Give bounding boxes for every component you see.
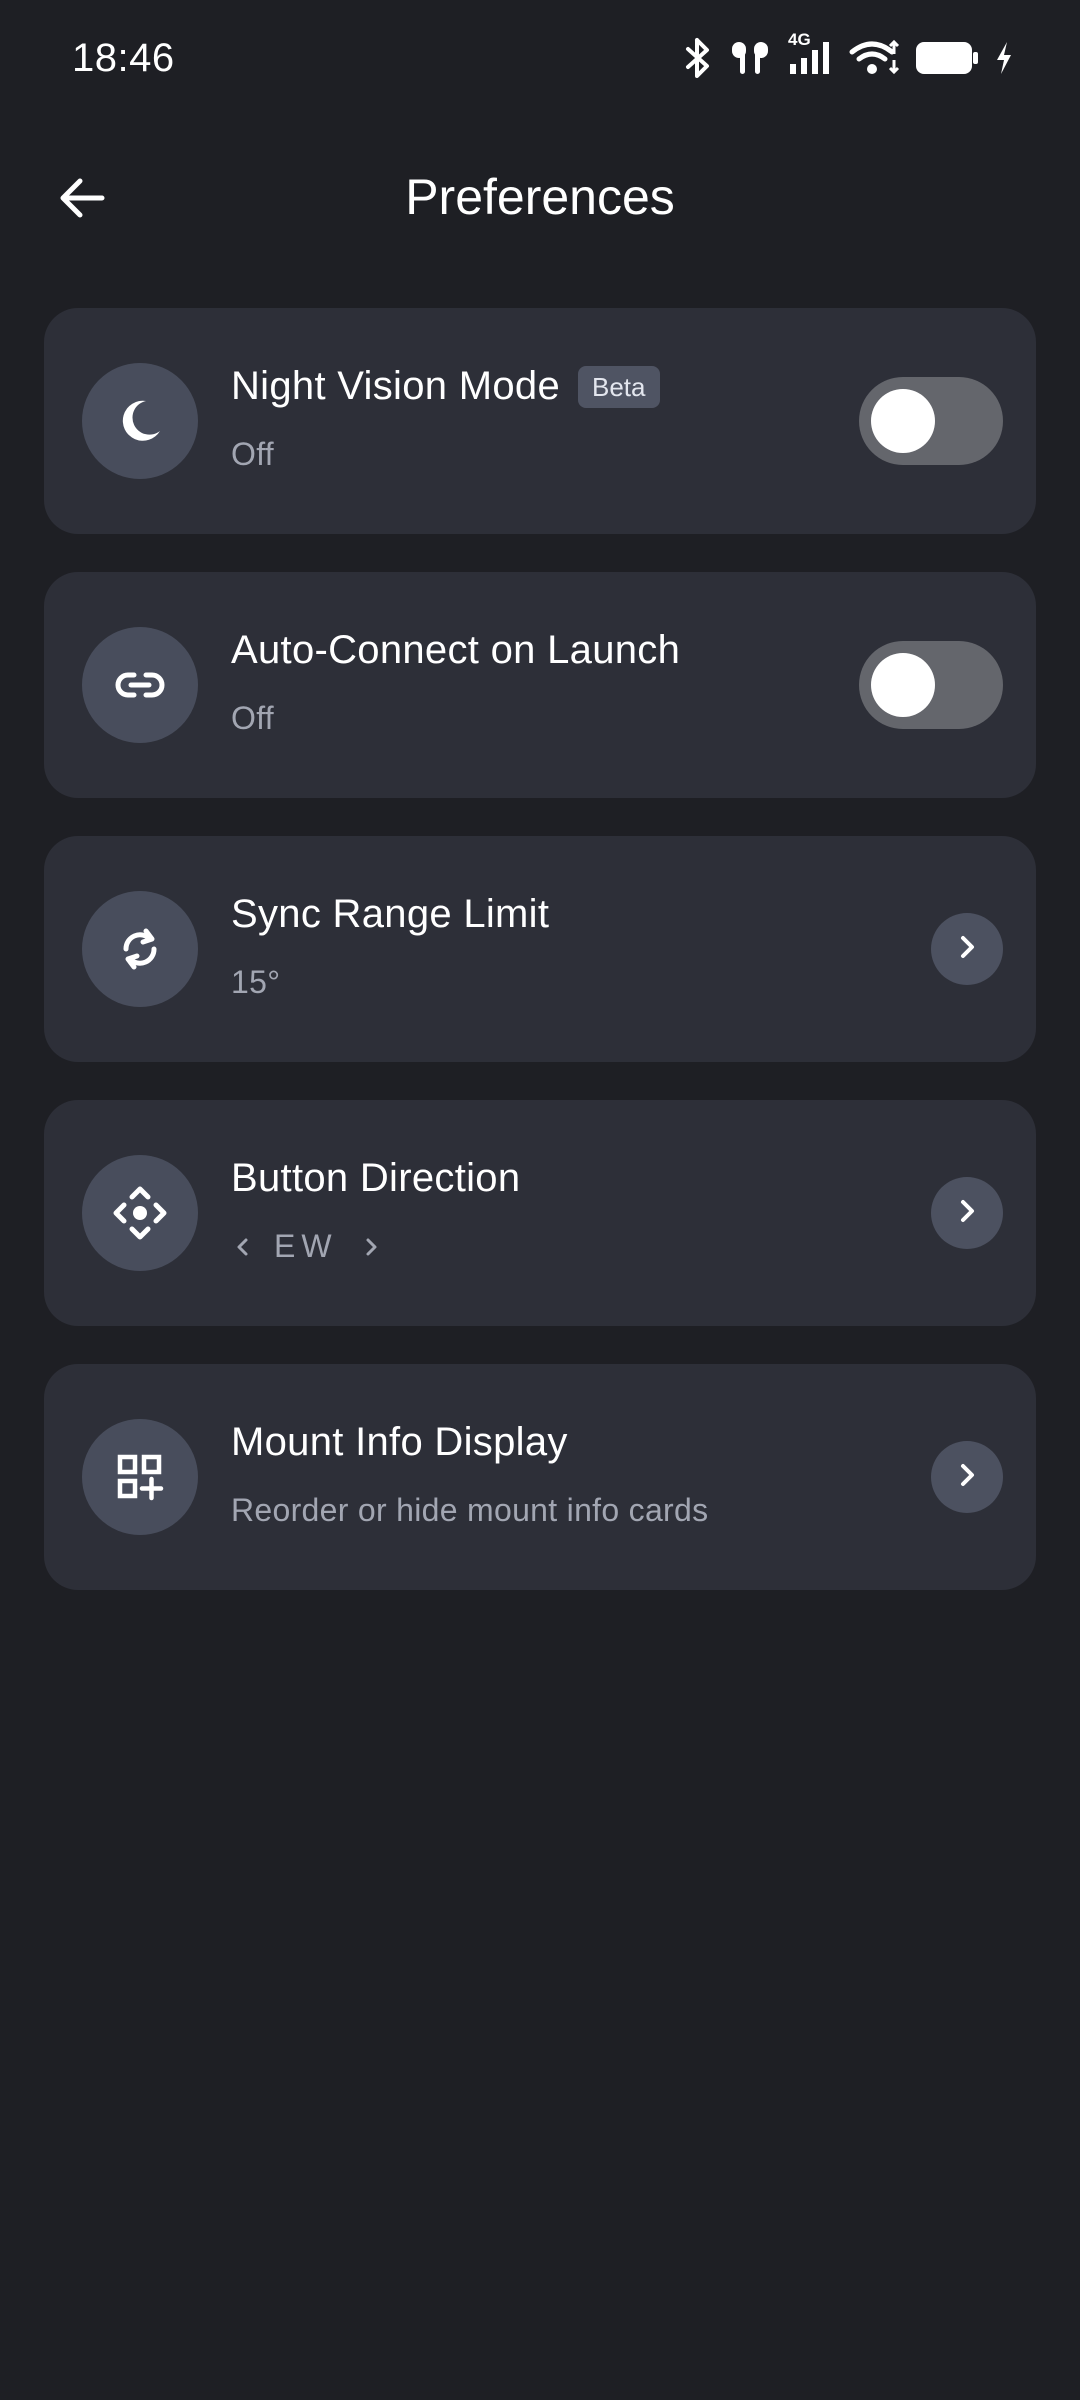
status-time: 18:46 [72, 36, 175, 80]
charging-icon [994, 38, 1014, 78]
preferences-screen: 18:46 4G Preferences Night Vision Mode B… [0, 0, 1080, 2400]
chevron-right-icon [952, 1460, 982, 1495]
battery-icon [914, 38, 980, 78]
sync-range-open-button[interactable] [931, 913, 1003, 985]
status-icons: 4G [680, 30, 1014, 82]
page-title: Preferences [405, 169, 675, 225]
setting-title: Button Direction [231, 1156, 521, 1200]
toggle-knob [871, 653, 935, 717]
setting-title-row: Night Vision Mode Beta [231, 364, 660, 409]
link-icon [82, 627, 198, 743]
direction-next-button[interactable] [354, 1230, 388, 1264]
setting-mount-info[interactable]: Mount Info Display Reorder or hide mount… [44, 1364, 1036, 1590]
direction-value: EW [274, 1228, 338, 1264]
status-bar: 18:46 4G [0, 0, 1080, 120]
setting-subtitle: Off [231, 700, 274, 736]
setting-night-vision[interactable]: Night Vision Mode Beta Off [44, 308, 1036, 534]
wifi-icon [848, 38, 900, 78]
setting-subtitle: Reorder or hide mount info cards [231, 1492, 709, 1528]
toggle-knob [871, 389, 935, 453]
setting-subtitle: Off [231, 436, 274, 472]
mount-info-open-button[interactable] [931, 1441, 1003, 1513]
header: Preferences [0, 150, 1080, 250]
setting-title: Mount Info Display [231, 1420, 568, 1464]
auto-connect-toggle[interactable] [859, 641, 1003, 729]
setting-subtitle: 15° [231, 964, 281, 1000]
chevron-right-icon [952, 932, 982, 967]
moon-icon [82, 363, 198, 479]
direction-prev-button[interactable] [226, 1230, 260, 1264]
chevron-right-icon [952, 1196, 982, 1231]
setting-title-row: Mount Info Display [231, 1420, 568, 1465]
setting-title-row: Sync Range Limit [231, 892, 549, 937]
button-direction-open-button[interactable] [931, 1177, 1003, 1249]
direction-pad-icon [82, 1155, 198, 1271]
setting-title: Night Vision Mode [231, 364, 560, 408]
setting-title-row: Auto-Connect on Launch [231, 628, 680, 673]
widgets-add-icon [82, 1419, 198, 1535]
earbuds-icon [728, 38, 774, 78]
night-vision-toggle[interactable] [859, 377, 1003, 465]
setting-sync-range[interactable]: Sync Range Limit 15° [44, 836, 1036, 1062]
direction-selector: EW [237, 1228, 388, 1265]
setting-title: Sync Range Limit [231, 892, 550, 936]
setting-title: Auto-Connect on Launch [231, 628, 681, 672]
cellular-signal-icon: 4G [788, 30, 834, 78]
beta-badge: Beta [578, 365, 660, 408]
network-type-label: 4G [788, 30, 811, 49]
bluetooth-icon [680, 37, 714, 79]
sync-icon [82, 891, 198, 1007]
setting-title-row: Button Direction [231, 1156, 520, 1201]
setting-auto-connect[interactable]: Auto-Connect on Launch Off [44, 572, 1036, 798]
setting-button-direction[interactable]: Button Direction EW [44, 1100, 1036, 1326]
